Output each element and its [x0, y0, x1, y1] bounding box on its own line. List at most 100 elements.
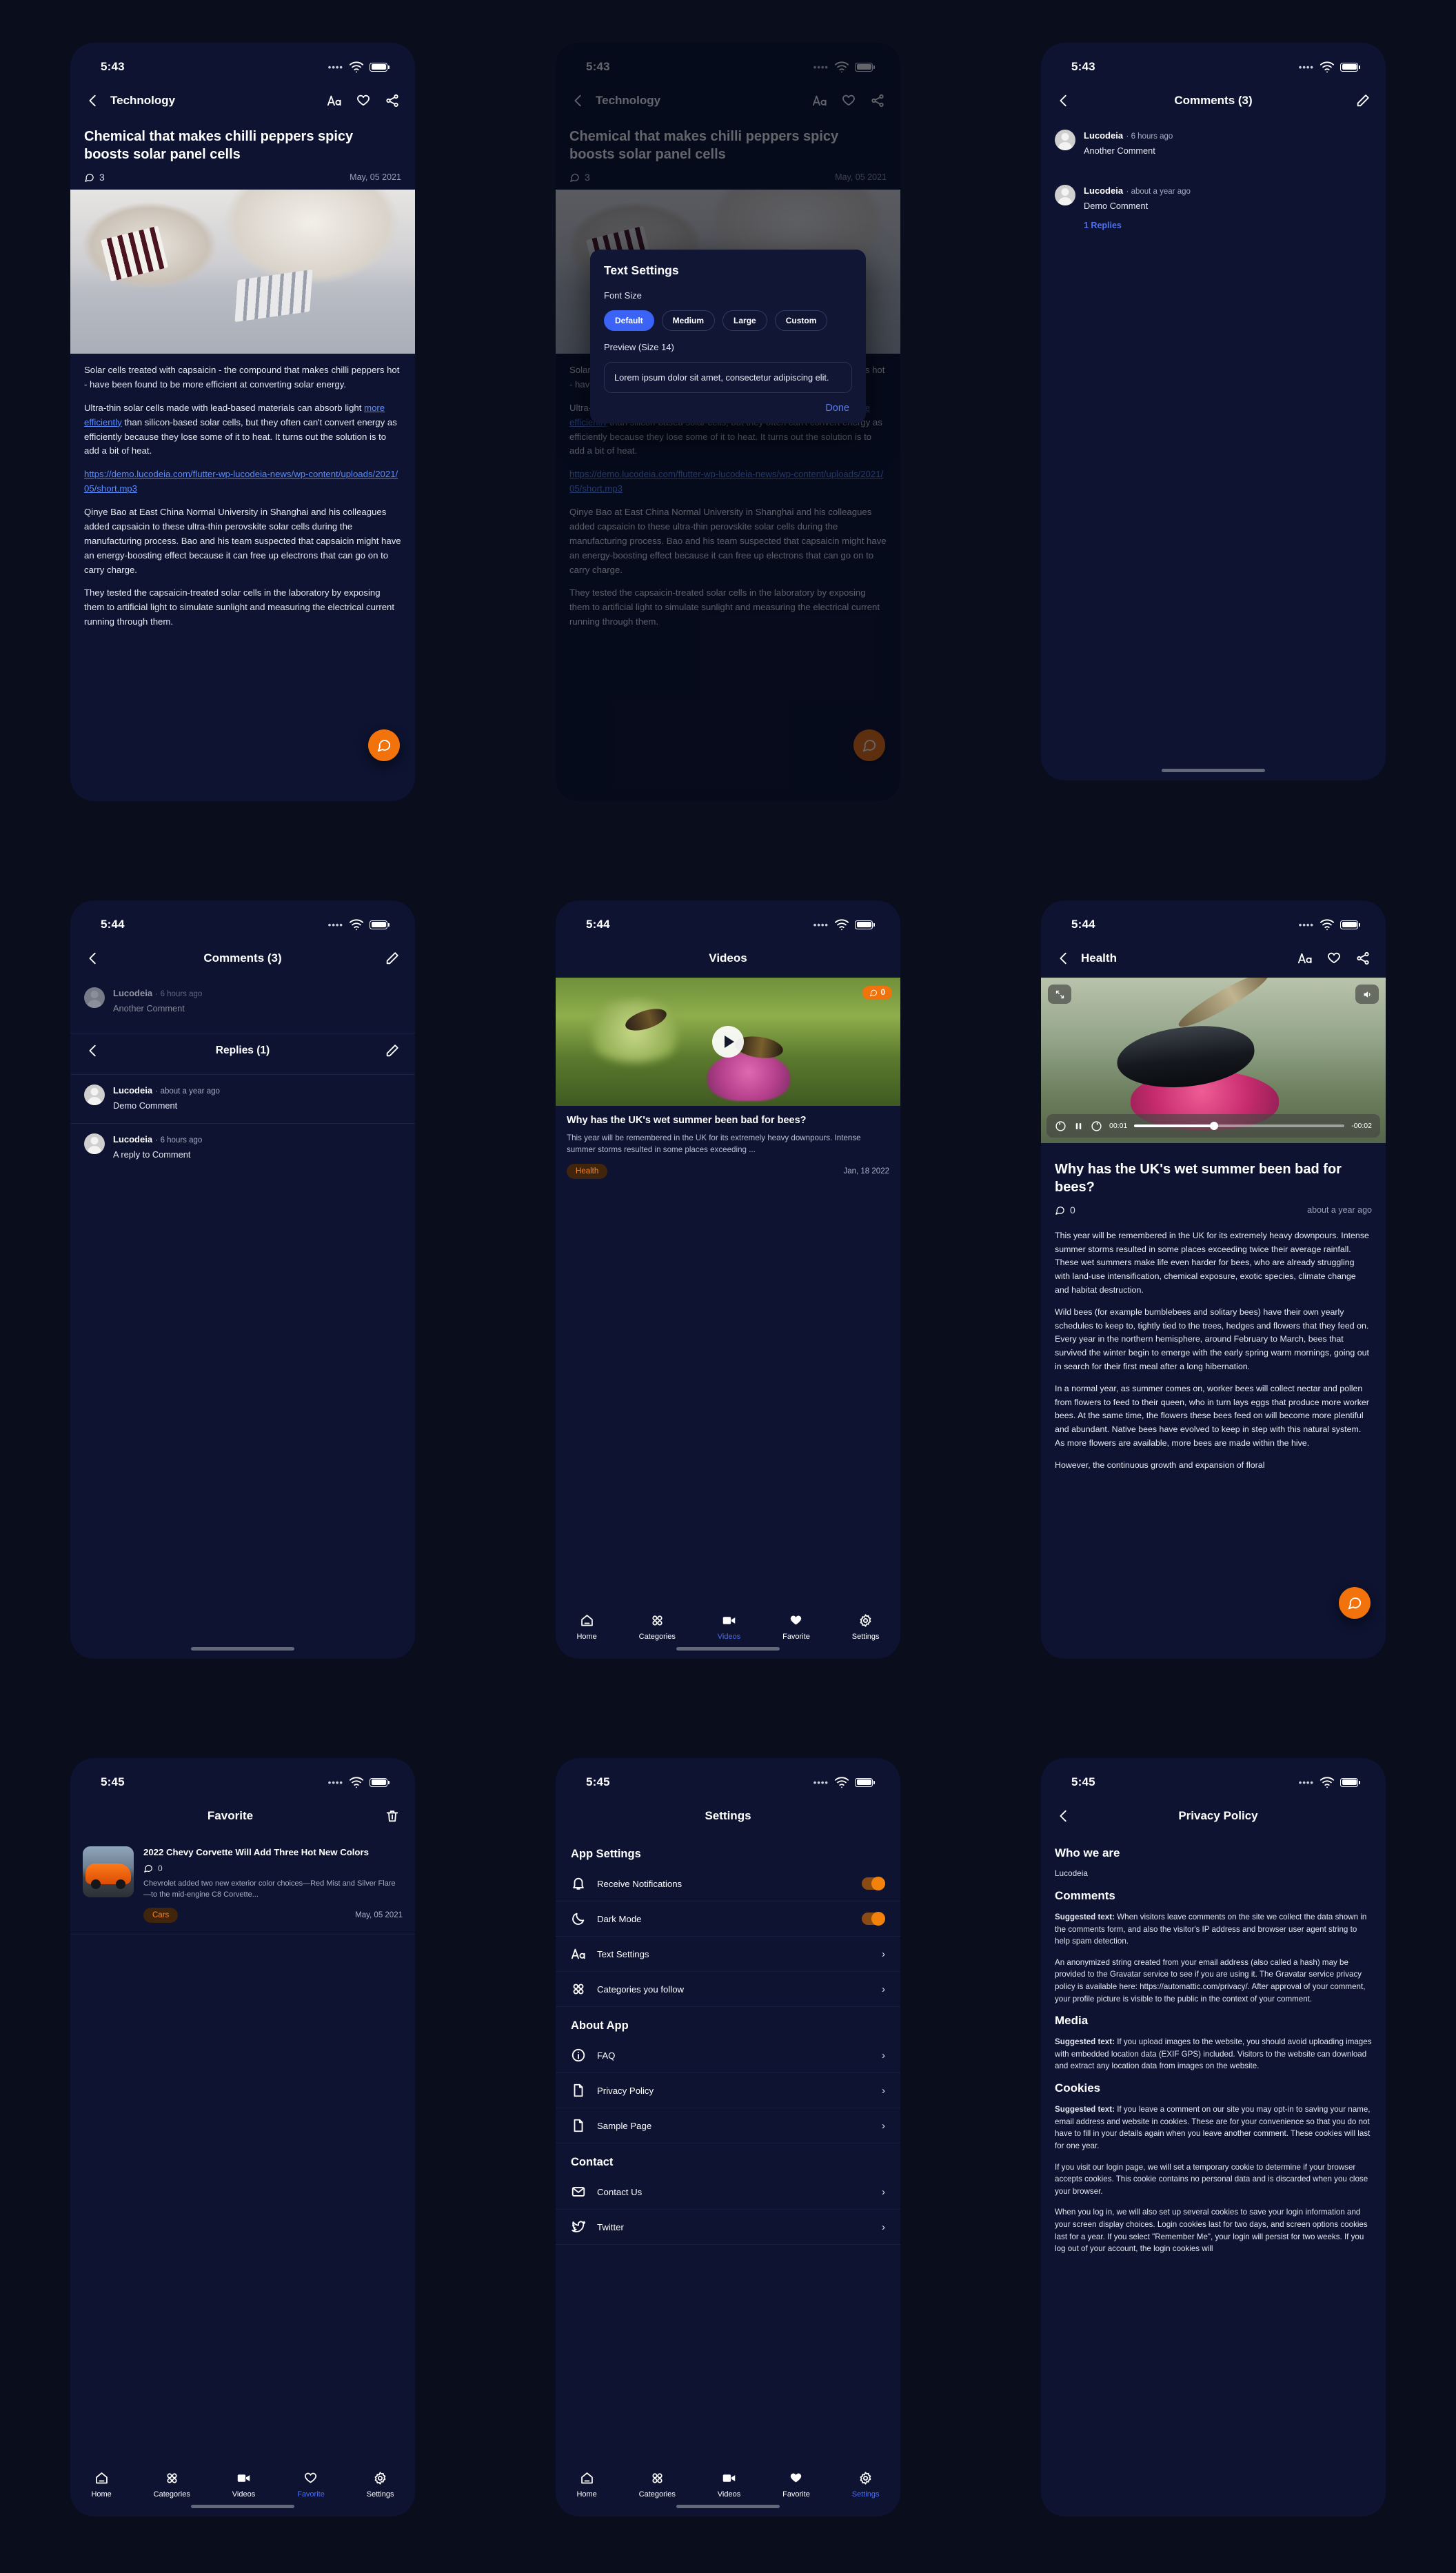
- reply-author: Lucodeia: [113, 1085, 153, 1096]
- tab-home[interactable]: Home: [576, 2471, 597, 2499]
- chip-custom[interactable]: Custom: [774, 310, 828, 331]
- category-tag[interactable]: Cars: [143, 1908, 179, 1924]
- tab-home[interactable]: Home: [576, 1613, 597, 1641]
- back-icon[interactable]: [85, 1043, 101, 1058]
- comments-fab[interactable]: [368, 729, 400, 761]
- setting-row-faq[interactable]: FAQ ›: [556, 2038, 900, 2073]
- setting-row-dark-mode[interactable]: Dark Mode: [556, 1901, 900, 1937]
- delete-icon[interactable]: [385, 1808, 400, 1824]
- share-icon[interactable]: [1355, 951, 1371, 966]
- setting-row-receive-notifications[interactable]: Receive Notifications: [556, 1866, 900, 1901]
- mute-button[interactable]: [1355, 985, 1379, 1004]
- tab-home[interactable]: Home: [91, 2471, 112, 2499]
- audio-link[interactable]: https://demo.lucodeia.com/flutter-wp-luc…: [84, 467, 401, 496]
- wifi-icon: [1320, 1775, 1335, 1790]
- tab-settings[interactable]: Settings: [367, 2471, 394, 2499]
- category-tag[interactable]: Health: [567, 1164, 608, 1180]
- video-thumbnail[interactable]: 0: [556, 978, 900, 1106]
- back-icon[interactable]: [1056, 951, 1071, 966]
- app-bar: Privacy Policy: [1041, 1797, 1386, 1835]
- back-icon[interactable]: [1056, 1808, 1071, 1824]
- setting-row-privacy-policy[interactable]: Privacy Policy ›: [556, 2073, 900, 2108]
- notifications-toggle[interactable]: [862, 1877, 885, 1890]
- favorite-icon[interactable]: [356, 93, 371, 108]
- forward-15-icon[interactable]: [1091, 1120, 1102, 1132]
- back-icon[interactable]: [1056, 93, 1071, 108]
- dark-mode-toggle[interactable]: [862, 1912, 885, 1926]
- tab-videos[interactable]: Videos: [718, 2471, 740, 2499]
- status-time: 5:44: [101, 918, 125, 931]
- avatar: [84, 1084, 105, 1105]
- article-thumbnail: [83, 1846, 134, 1897]
- comment-item[interactable]: Lucodeia · about a year ago Demo Comment: [1041, 161, 1386, 216]
- wifi-icon: [834, 1775, 849, 1790]
- text-size-icon[interactable]: [1297, 951, 1313, 966]
- tab-categories[interactable]: Categories: [639, 2471, 676, 2499]
- comment-count-value: 0: [158, 1864, 163, 1874]
- wifi-icon: [1320, 59, 1335, 74]
- text-settings-dialog: Text Settings Font Size Default Medium L…: [590, 250, 866, 424]
- done-button[interactable]: Done: [604, 403, 852, 414]
- favorite-list-item[interactable]: 2022 Chevy Corvette Will Add Three Hot N…: [70, 1835, 415, 1935]
- status-time: 5:43: [101, 60, 125, 73]
- tab-settings[interactable]: Settings: [852, 1613, 879, 1641]
- setting-label: Privacy Policy: [597, 2085, 654, 2096]
- wifi-icon: [834, 917, 849, 932]
- avatar: [1055, 185, 1075, 205]
- tab-label: Categories: [638, 1633, 676, 1641]
- share-icon[interactable]: [385, 93, 400, 108]
- preview-label: Preview (Size 14): [604, 342, 674, 352]
- tab-favorite[interactable]: Favorite: [782, 2471, 810, 2499]
- bottom-tab-bar: Home Categories Videos Favorite Settings: [556, 1605, 900, 1659]
- tab-label: Home: [91, 2490, 112, 2499]
- rewind-15-icon[interactable]: [1055, 1120, 1066, 1132]
- avatar: [1055, 130, 1075, 150]
- comment-time: · 6 hours ago: [1126, 132, 1173, 141]
- signal-icon: ••••: [813, 919, 829, 930]
- fullscreen-button[interactable]: [1048, 985, 1071, 1004]
- video-card-title[interactable]: Why has the UK's wet summer been bad for…: [556, 1106, 900, 1127]
- edit-icon[interactable]: [1355, 93, 1371, 108]
- seek-slider[interactable]: [1134, 1122, 1345, 1130]
- tab-categories[interactable]: Categories: [154, 2471, 190, 2499]
- video-icon: [722, 1613, 736, 1628]
- replies-link[interactable]: 1 Replies: [1041, 216, 1386, 230]
- favorite-icon[interactable]: [1326, 951, 1342, 966]
- page-title: Favorite: [207, 1809, 254, 1822]
- chip-default[interactable]: Default: [604, 310, 654, 331]
- video-player[interactable]: 00:01 -00:02: [1041, 978, 1386, 1143]
- article-hero-image: [70, 190, 415, 354]
- back-icon[interactable]: [85, 951, 101, 966]
- tab-label: Videos: [232, 2490, 256, 2499]
- tab-videos[interactable]: Videos: [232, 2471, 255, 2499]
- chip-large[interactable]: Large: [722, 310, 767, 331]
- setting-row-text-settings[interactable]: Text Settings ›: [556, 1937, 900, 1972]
- back-icon[interactable]: [85, 93, 101, 108]
- tab-settings[interactable]: Settings: [852, 2471, 879, 2499]
- play-button[interactable]: [712, 1026, 744, 1058]
- setting-row-contact-us[interactable]: Contact Us ›: [556, 2175, 900, 2210]
- comment-icon: [1347, 1595, 1362, 1611]
- comment-item[interactable]: Lucodeia · 6 hours ago Another Comment: [1041, 120, 1386, 161]
- comments-fab[interactable]: [1339, 1587, 1371, 1619]
- setting-row-sample-page[interactable]: Sample Page ›: [556, 2108, 900, 2143]
- tab-videos[interactable]: Videos: [718, 1613, 740, 1641]
- edit-icon[interactable]: [385, 951, 400, 966]
- panel-videos: 5:44 •••• Videos 0 Why has the UK's wet …: [485, 858, 971, 1715]
- tab-categories[interactable]: Categories: [639, 1613, 676, 1641]
- tab-favorite[interactable]: Favorite: [782, 1613, 810, 1641]
- setting-row-categories-you-follow[interactable]: Categories you follow ›: [556, 1972, 900, 2007]
- reply-item[interactable]: Lucodeia · 6 hours ago A reply to Commen…: [70, 1124, 415, 1165]
- comment-item[interactable]: Lucodeia · 6 hours ago Another Comment: [70, 978, 415, 1019]
- tab-favorite[interactable]: Favorite: [297, 2471, 325, 2499]
- grid-icon: [165, 2471, 179, 2485]
- pause-icon[interactable]: [1073, 1121, 1084, 1131]
- reply-item[interactable]: Lucodeia · about a year ago Demo Comment: [70, 1075, 415, 1116]
- text-size-icon[interactable]: [327, 93, 342, 108]
- privacy-content: Who we are Lucodeia Comments Suggested t…: [1041, 1835, 1386, 2255]
- chip-medium[interactable]: Medium: [661, 310, 716, 331]
- page-title: Settings: [705, 1809, 751, 1822]
- status-bar: 5:45 ••••: [1041, 1758, 1386, 1797]
- setting-row-twitter[interactable]: Twitter ›: [556, 2210, 900, 2245]
- edit-icon[interactable]: [385, 1043, 400, 1058]
